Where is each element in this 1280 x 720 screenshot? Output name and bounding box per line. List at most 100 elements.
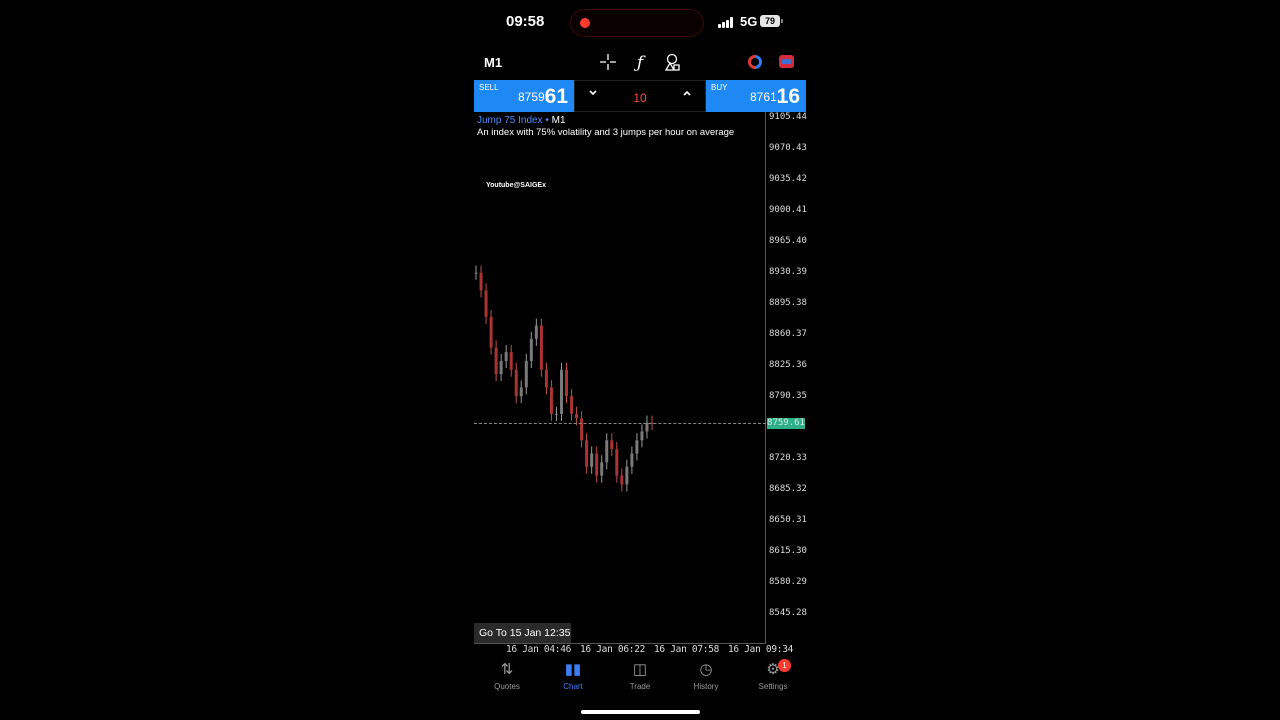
candle-body — [590, 453, 594, 467]
time-axis-tick: 16 Jan 07:58 — [654, 644, 720, 655]
candle-body — [514, 369, 518, 397]
clock-icon[interactable] — [748, 55, 762, 69]
candle-body — [610, 440, 614, 450]
candle-body — [600, 462, 604, 476]
price-axis-tick: 8965.40 — [769, 236, 807, 246]
symbol-separator: • — [542, 115, 552, 126]
sell-price-main: 8759. — [517, 90, 548, 104]
function-icon[interactable]: ƒ — [630, 53, 650, 73]
sell-label: SELL — [479, 83, 499, 92]
price-axis-tick: 8895.38 — [769, 298, 807, 308]
nav-chart[interactable]: ▮▮ Chart — [543, 660, 603, 691]
status-time: 09:58 — [506, 13, 545, 30]
candle-body — [575, 413, 579, 419]
price-axis-tick: 8650.31 — [769, 515, 807, 525]
timeframe-button[interactable]: M1 — [484, 55, 502, 70]
price-axis-tick: 9070.43 — [769, 143, 807, 153]
home-indicator[interactable] — [581, 710, 700, 714]
candle-body — [620, 475, 624, 485]
notification-badge: 1 — [778, 659, 791, 672]
candle-body — [524, 360, 528, 388]
candle-body — [519, 387, 523, 397]
sell-price-big: 61 — [544, 85, 568, 108]
candle-body — [625, 466, 629, 485]
nav-trade[interactable]: ◫ Trade — [610, 660, 670, 691]
gear-icon: ⚙ — [766, 661, 780, 678]
switch-icon[interactable] — [779, 55, 794, 68]
price-axis-tick: 8580.29 — [769, 577, 807, 587]
current-price-tag: 8759.61 — [767, 418, 805, 429]
price-axis-tick: 8860.37 — [769, 329, 807, 339]
chart-icon: ▮▮ — [564, 661, 582, 678]
symbol-timeframe: M1 — [551, 115, 566, 126]
record-dot-icon — [580, 18, 590, 28]
candle-body — [529, 338, 533, 361]
signal-icon — [718, 17, 735, 28]
price-axis-tick: 9105.44 — [769, 112, 807, 122]
symbol-description: An index with 75% volatility and 3 jumps… — [477, 127, 735, 138]
trade-icon: ◫ — [632, 661, 648, 678]
candle-body — [640, 431, 644, 441]
nav-label: Chart — [563, 682, 583, 691]
time-axis-tick: 16 Jan 04:46 — [506, 644, 572, 655]
candle-body — [504, 352, 508, 361]
quotes-icon: ⇅ — [500, 661, 514, 678]
price-axis-tick: 8615.30 — [769, 546, 807, 556]
nav-settings[interactable]: ⚙ Settings 1 — [743, 659, 803, 691]
nav-label: Trade — [629, 682, 651, 691]
candle-body — [499, 360, 503, 375]
chevron-up-icon[interactable] — [679, 87, 695, 101]
price-axis-tick: 8790.35 — [769, 391, 807, 401]
candle-body — [484, 290, 488, 317]
candle-body — [595, 453, 599, 476]
price-axis-tick: 8685.32 — [769, 484, 807, 494]
phone-screen: 09:58 5G 79 M1 ƒ SELL 8759. 61 10 BUY 87… — [474, 0, 807, 720]
price-axis-tick: 8930.39 — [769, 267, 807, 277]
time-axis-tick: 16 Jan 06:22 — [580, 644, 646, 655]
candle-body — [559, 369, 563, 414]
price-axis-tick: 8720.33 — [769, 453, 807, 463]
history-icon: ◷ — [699, 661, 713, 678]
candle-body — [580, 418, 584, 441]
candle-body — [494, 347, 498, 375]
crosshair-icon[interactable] — [598, 53, 618, 73]
symbol-name[interactable]: Jump 75 Index — [477, 115, 543, 126]
nav-label: Settings — [758, 682, 788, 691]
battery-icon: 79 — [760, 15, 783, 27]
current-price-line — [474, 423, 766, 424]
candle-body — [544, 369, 548, 388]
volume-control: 10 — [574, 80, 706, 112]
candle-body — [615, 449, 619, 476]
buy-label: BUY — [711, 83, 728, 92]
price-chart — [474, 265, 654, 492]
nav-history[interactable]: ◷ History — [676, 660, 736, 691]
time-axis-tick: 16 Jan 09:34 — [728, 644, 794, 655]
nav-label: History — [693, 682, 719, 691]
candle-body — [635, 440, 639, 454]
candle-body — [489, 316, 493, 348]
buy-price-main: 8761. — [749, 90, 780, 104]
candle-body — [539, 325, 543, 370]
price-axis-tick: 8545.28 — [769, 608, 807, 618]
price-axis-tick: 9035.42 — [769, 174, 807, 184]
sell-button[interactable]: SELL 8759. 61 — [474, 80, 574, 112]
network-type: 5G — [740, 14, 758, 29]
symbol-title: Jump 75 Index • M1 — [477, 115, 566, 126]
buy-button[interactable]: BUY 8761. 16 — [706, 80, 806, 112]
nav-label: Quotes — [494, 682, 520, 691]
candle-body — [509, 352, 513, 370]
candle-body — [534, 325, 538, 339]
nav-quotes[interactable]: ⇅ Quotes — [477, 660, 537, 691]
candle-body — [554, 413, 558, 415]
recording-indicator[interactable] — [570, 9, 704, 37]
candle-body — [570, 396, 574, 414]
watermark-text: Youtube@SAIGEx — [486, 182, 546, 189]
goto-date-button[interactable]: Go To 15 Jan 12:35 — [474, 623, 571, 643]
shapes-icon[interactable] — [662, 53, 682, 73]
price-axis-tick: 8825.36 — [769, 360, 807, 370]
candle-body — [585, 440, 589, 467]
candle-body — [605, 440, 609, 463]
price-axis-tick: 9000.41 — [769, 205, 807, 215]
buy-price-big: 16 — [776, 85, 800, 108]
candle-body — [565, 369, 569, 397]
